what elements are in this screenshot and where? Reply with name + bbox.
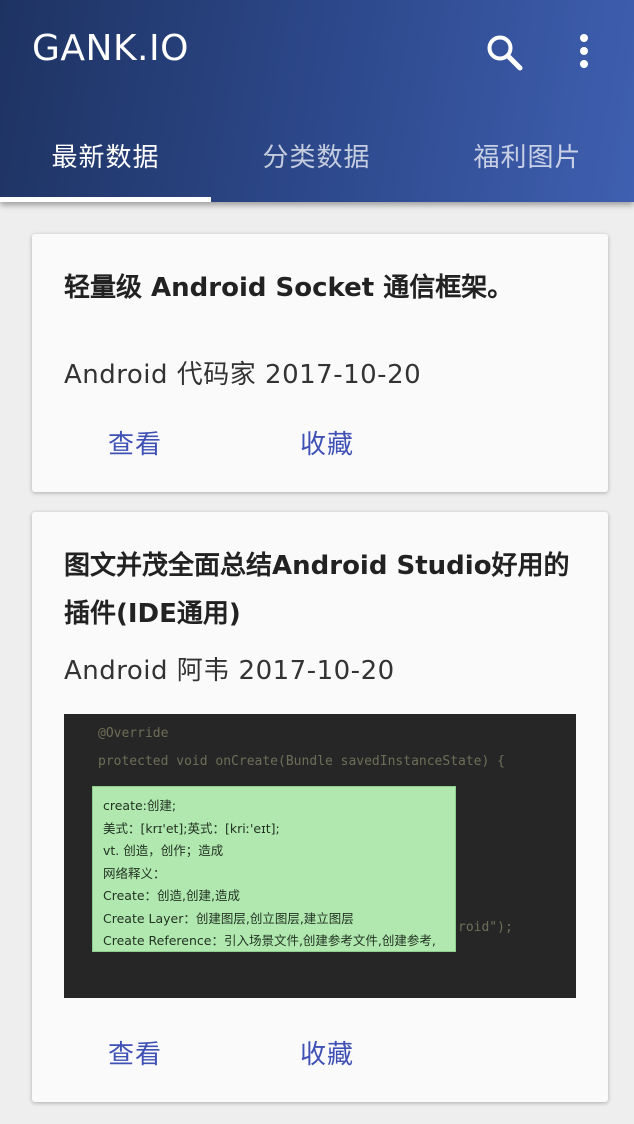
feed-card[interactable]: 图文并茂全面总结Android Studio好用的插件(IDE通用) Andro… — [32, 512, 608, 1102]
feed-card[interactable]: 轻量级 Android Socket 通信框架。 Android 代码家 201… — [32, 234, 608, 492]
collect-button[interactable]: 收藏 — [300, 424, 354, 461]
code-line: @Override — [98, 726, 169, 741]
app-bar: GANK.IO 最新数据 分类数据 福利图片 — [0, 0, 634, 202]
tab-welfare-images[interactable]: 福利图片 — [422, 108, 633, 202]
more-vert-icon[interactable] — [568, 32, 600, 72]
tab-indicator — [0, 197, 211, 202]
card-meta: Android 代码家 2017-10-20 — [64, 360, 422, 390]
feed-list[interactable]: 轻量级 Android Socket 通信框架。 Android 代码家 201… — [0, 202, 634, 1124]
tab-latest[interactable]: 最新数据 — [0, 108, 211, 202]
app-title: GANK.IO — [32, 28, 189, 69]
dictionary-popup: create:创建; 美式：[krɪ'et];英式：[kriː'eɪt]; vt… — [92, 786, 456, 952]
view-button[interactable]: 查看 — [108, 424, 162, 461]
card-image[interactable]: @Override protected void onCreate(Bundle… — [64, 714, 576, 998]
popup-line: 网络释义： — [103, 865, 166, 881]
code-line: protected void onCreate(Bundle savedInst… — [98, 754, 505, 769]
collect-button[interactable]: 收藏 — [300, 1034, 354, 1071]
popup-line: Create Layer：创建图层,创立图层,建立图层 — [103, 910, 354, 926]
popup-line: Create Reference：引入场景文件,创建参考文件,创建参考, — [103, 933, 436, 948]
card-title: 轻量级 Android Socket 通信框架。 — [64, 273, 514, 303]
tab-bar: 最新数据 分类数据 福利图片 — [0, 108, 634, 202]
code-line: roid"); — [458, 920, 513, 935]
card-meta: Android 阿韦 2017-10-20 — [64, 656, 395, 686]
popup-line: 美式：[krɪ'et];英式：[kriː'eɪt]; — [103, 820, 280, 836]
popup-line: Create：创造,创建,造成 — [103, 888, 240, 903]
popup-line: vt. 创造，创作；造成 — [103, 843, 224, 858]
search-icon[interactable] — [484, 32, 524, 72]
card-title: 图文并茂全面总结Android Studio好用的插件(IDE通用) — [64, 551, 570, 629]
tab-category[interactable]: 分类数据 — [211, 108, 422, 202]
view-button[interactable]: 查看 — [108, 1034, 162, 1071]
popup-line: create:创建; — [103, 798, 177, 813]
